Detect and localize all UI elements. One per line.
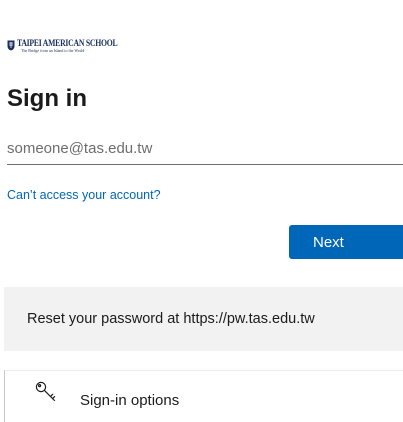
sign-in-options-label: Sign-in options: [80, 392, 180, 409]
key-icon: [35, 381, 56, 402]
cant-access-account-link[interactable]: Can’t access your account?: [7, 188, 161, 202]
sign-in-options-button[interactable]: Sign-in options: [4, 370, 403, 422]
school-crest-icon: [7, 40, 15, 51]
next-button[interactable]: Next: [289, 225, 403, 259]
logo-school-name: TAIPEI AMERICAN SCHOOL: [17, 38, 118, 48]
page-title: Sign in: [7, 85, 87, 112]
sign-in-page: TAIPEI AMERICAN SCHOOL The Bridge from a…: [0, 0, 403, 422]
email-field[interactable]: [7, 133, 403, 165]
reset-password-banner: Reset your password at https://pw.tas.ed…: [4, 287, 403, 351]
logo-tagline: The Bridge from an Island to the World: [21, 48, 85, 53]
reset-password-text: Reset your password at https://pw.tas.ed…: [27, 311, 315, 327]
school-logo: TAIPEI AMERICAN SCHOOL The Bridge from a…: [7, 39, 134, 55]
